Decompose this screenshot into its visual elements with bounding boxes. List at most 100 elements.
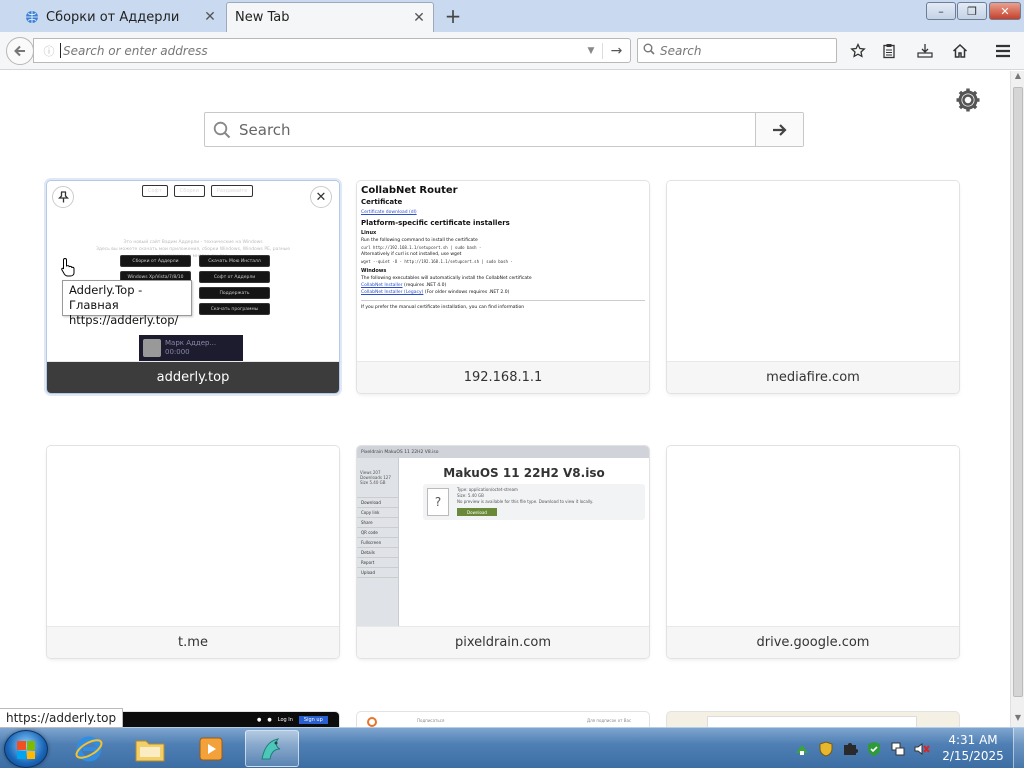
network-icon[interactable]	[889, 740, 907, 758]
tile-label: pixeldrain.com	[357, 626, 649, 658]
tab-adderly[interactable]: Сборки от Аддерли ✕	[18, 2, 224, 32]
start-button[interactable]	[4, 730, 48, 768]
thumb-nav-item: Софт	[142, 185, 168, 197]
new-tab-button[interactable]: +	[441, 4, 465, 28]
windows-taskbar: 4:31 AM 2/15/2025	[0, 727, 1024, 768]
thumb-file-line: No preview is available for this file ty…	[457, 499, 594, 504]
puzzle-icon[interactable]	[841, 740, 859, 758]
search-go-arrow-icon[interactable]	[755, 113, 803, 146]
back-button[interactable]	[6, 37, 34, 65]
search-input[interactable]	[660, 43, 836, 58]
thumb-text: The following executables will automatic…	[361, 276, 532, 281]
thumb-profile-card: Марк Аддер... 00:000	[139, 335, 243, 361]
tile-label: drive.google.com	[667, 626, 959, 658]
scroll-up-icon[interactable]: ▲	[1011, 71, 1024, 85]
tab-title: Сборки от Аддерли	[46, 9, 180, 25]
search-icon	[638, 43, 660, 58]
navigation-toolbar: ⓘ ▼ →	[0, 32, 1024, 70]
thumb-sidebar: Views 207 Downloads 127 Size 5.40 GB Dow…	[357, 458, 399, 626]
thumb-side-item: Download	[357, 498, 398, 508]
thumb-side-item: Report	[357, 558, 398, 568]
system-clock[interactable]: 4:31 AM 2/15/2025	[938, 732, 1008, 764]
thumb-text: Для подписок от Вас	[587, 718, 632, 723]
new-tab-page: Софт Сборки Раздавайте Добро пожаловать …	[0, 71, 1010, 727]
thumb-header-bar: ● ● Log In Sign up	[257, 716, 328, 724]
tab-close-icon[interactable]: ✕	[409, 8, 429, 28]
shield-icon[interactable]	[817, 740, 835, 758]
tile-label: mediafire.com	[667, 361, 959, 393]
thumb-subheading: Linux	[361, 230, 377, 236]
top-site-tile-mediafire[interactable]: mediafire.com	[667, 181, 959, 393]
system-tray	[790, 728, 934, 768]
top-site-tile-google-drive[interactable]: drive.google.com	[667, 446, 959, 658]
file-explorer-icon[interactable]	[123, 730, 177, 767]
site-logo-icon	[367, 717, 377, 727]
thumb-card-name: Марк Аддер...	[165, 339, 217, 347]
download-icon[interactable]	[912, 39, 938, 63]
search-bar[interactable]	[637, 38, 837, 63]
tile-label: adderly.top	[47, 361, 339, 393]
show-desktop-button[interactable]	[1013, 728, 1024, 768]
network-share-icon[interactable]	[793, 740, 811, 758]
media-player-icon[interactable]	[184, 730, 238, 767]
internet-explorer-icon[interactable]	[62, 730, 116, 767]
clock-date: 2/15/2025	[942, 749, 1004, 763]
browser-app-icon[interactable]	[245, 730, 299, 767]
thumb-heading: Platform-specific certificate installers	[361, 219, 510, 227]
tab-new-tab[interactable]: New Tab ✕	[226, 2, 434, 32]
url-bar[interactable]: ⓘ ▼ →	[33, 38, 631, 63]
thumb-text: CollabNet Installer (Legacy) (For older …	[361, 289, 645, 296]
thumb-code: curl http://192.168.1.1/setupcert.sh | s…	[361, 245, 482, 250]
thumb-side-item: QR code	[357, 528, 398, 538]
thumb-card-sub: 00:000	[165, 348, 190, 356]
bookmark-star-icon[interactable]	[845, 39, 871, 63]
thumb-button: Поддержать	[199, 287, 270, 299]
top-site-tile-partial[interactable]: Подписаться Для подписок от Вас	[357, 712, 649, 727]
scroll-down-icon[interactable]: ▼	[1011, 713, 1024, 727]
thumb-button: Сборки от Аддерли	[120, 255, 191, 267]
thumb-file-box: ? Type: application/octet-stream Size: 5…	[423, 484, 645, 520]
remove-tile-close-icon[interactable]: ✕	[310, 186, 332, 208]
thumb-nav-item: Раздавайте	[210, 185, 254, 197]
top-site-tile-partial[interactable]	[667, 712, 959, 727]
globe-icon	[24, 9, 40, 25]
tooltip: Adderly.Top - Главная https://adderly.to…	[62, 280, 192, 327]
scrollbar-thumb[interactable]	[1013, 87, 1023, 697]
top-site-tile-pixeldrain[interactable]: Pixeldrain MakuOS 11 22H2 V8.iso Views 2…	[357, 446, 649, 658]
close-window-button[interactable]: ✕	[989, 2, 1021, 20]
gear-icon[interactable]	[954, 86, 982, 114]
thumb-side-item: Fullscreen	[357, 538, 398, 548]
library-icon[interactable]	[876, 39, 902, 63]
user-icon: ●	[267, 717, 272, 723]
page-search-box[interactable]	[204, 112, 804, 147]
pin-icon[interactable]	[52, 186, 74, 208]
arrow-right-icon[interactable]: →	[602, 42, 630, 59]
top-site-tile-telegram[interactable]: t.me	[47, 446, 339, 658]
top-site-tile-router[interactable]: CollabNet Router Certificate Certificate…	[357, 181, 649, 393]
volume-muted-icon[interactable]	[913, 740, 931, 758]
thumb-link: CollabNet Installer	[361, 283, 403, 288]
thumb-code: wget --quiet -O - http://192.168.1.1/set…	[361, 259, 513, 264]
tile-thumbnail: Софт Сборки Раздавайте Добро пожаловать …	[47, 181, 339, 361]
tile-thumbnail	[667, 446, 959, 626]
status-link: https://adderly.top	[0, 708, 124, 728]
tab-close-icon[interactable]: ✕	[200, 7, 220, 27]
thumb-side-item: Details	[357, 548, 398, 558]
thumb-button: Софт от Аддерли	[199, 271, 270, 283]
thumb-text: CollabNet Installer (requires .NET 4.0)	[361, 282, 645, 289]
dropdown-arrow-icon[interactable]: ▼	[580, 46, 602, 56]
thumb-heading: MakuOS 11 22H2 V8.iso	[443, 466, 605, 480]
vertical-scrollbar[interactable]: ▲ ▼	[1010, 71, 1024, 727]
tile-label: t.me	[47, 626, 339, 658]
tooltip-url: https://adderly.top/	[69, 313, 179, 327]
maximize-button[interactable]: ❐	[957, 2, 987, 20]
info-icon[interactable]: ⓘ	[38, 43, 60, 59]
hamburger-menu-icon[interactable]	[990, 39, 1016, 63]
url-input[interactable]	[60, 43, 580, 58]
security-check-icon[interactable]	[865, 740, 883, 758]
minimize-button[interactable]: –	[926, 2, 956, 20]
thumb-nav: Софт Сборки Раздавайте	[142, 185, 254, 197]
page-search-input[interactable]	[239, 120, 755, 139]
home-icon[interactable]	[947, 39, 973, 63]
thumb-button: Скачать программы	[199, 303, 270, 315]
